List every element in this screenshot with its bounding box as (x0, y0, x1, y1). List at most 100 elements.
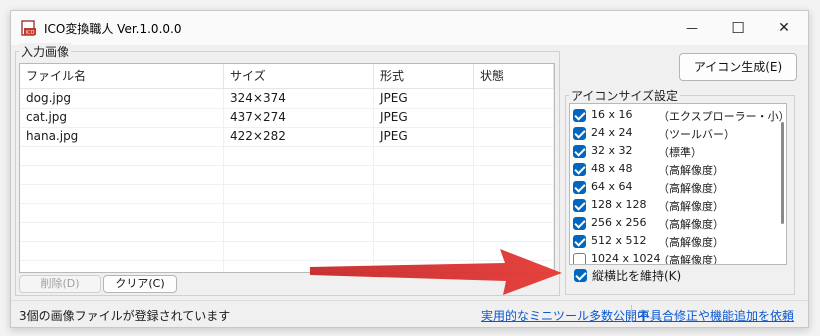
table-cell-status (474, 184, 554, 203)
icon-size-item[interactable]: 512 x 512 （高解像度） (570, 233, 770, 251)
icon-size-item[interactable]: 128 x 128 （高解像度） (570, 197, 770, 215)
table-row[interactable] (20, 184, 554, 204)
checkbox-checked-icon[interactable] (573, 109, 586, 122)
table-cell-size (224, 165, 374, 184)
icon-size-description: （高解像度） (658, 254, 724, 265)
column-header-format[interactable]: 形式 (374, 64, 474, 88)
column-header-size[interactable]: サイズ (224, 64, 374, 88)
checkbox-checked-icon[interactable] (573, 199, 586, 212)
table-cell-status (474, 203, 554, 222)
minimize-icon: — (686, 21, 698, 35)
icon-size-description: （高解像度） (658, 164, 724, 177)
checkbox-checked-icon[interactable] (573, 217, 586, 230)
table-cell-name (20, 203, 224, 222)
icon-size-description: （高解像度） (658, 236, 724, 249)
window-title: ICO変換職人 Ver.1.0.0.0 (44, 22, 182, 36)
table-cell-size (224, 184, 374, 203)
icon-size-item[interactable]: 256 x 256 （高解像度） (570, 215, 770, 233)
table-cell-format: JPEG (374, 89, 474, 108)
checkbox-checked-icon[interactable] (573, 235, 586, 248)
icon-size-description: （エクスプローラー・小） (658, 110, 787, 123)
close-button[interactable]: ✕ (761, 11, 807, 45)
table-row[interactable]: cat.jpg 437×274 JPEG (20, 108, 554, 128)
table-cell-format (374, 222, 474, 241)
table-cell-status (474, 222, 554, 241)
checkbox-checked-icon[interactable] (573, 127, 586, 140)
table-cell-status (474, 146, 554, 165)
icon-size-description: （ツールバー） (658, 128, 735, 141)
app-icon: ICO (21, 20, 36, 36)
annotation-arrow (310, 249, 562, 295)
keep-aspect-label: 縦横比を維持(K) (592, 269, 682, 283)
table-cell-size: 437×274 (224, 108, 374, 127)
icon-size-label: 128 x 128 (591, 198, 647, 211)
maximize-button[interactable]: ☐ (715, 11, 761, 45)
input-group-label: 入力画像 (19, 43, 72, 60)
title-bar[interactable]: ICO ICO変換職人 Ver.1.0.0.0 — ☐ ✕ (11, 11, 808, 45)
table-cell-name (20, 184, 224, 203)
status-message: 3個の画像ファイルが登録されています (19, 309, 231, 323)
table-cell-name (20, 146, 224, 165)
table-cell-format (374, 203, 474, 222)
icon-size-item[interactable]: 64 x 64 （高解像度） (570, 179, 770, 197)
checkbox-unchecked-icon[interactable] (573, 253, 586, 264)
table-cell-size: 422×282 (224, 127, 374, 146)
icon-size-item[interactable]: 48 x 48 （高解像度） (570, 161, 770, 179)
icon-size-item[interactable]: 24 x 24 （ツールバー） (570, 125, 770, 143)
column-header-status[interactable]: 状態 (474, 64, 554, 88)
table-row[interactable]: hana.jpg 422×282 JPEG (20, 127, 554, 147)
icon-size-label: 24 x 24 (591, 126, 633, 139)
icon-size-label: 256 x 256 (591, 216, 647, 229)
table-cell-name (20, 260, 224, 272)
table-cell-status (474, 165, 554, 184)
checkbox-checked-icon[interactable] (573, 145, 586, 158)
link-separator (631, 305, 632, 322)
table-cell-name: dog.jpg (20, 89, 224, 108)
checkbox-checked-icon[interactable] (573, 181, 586, 194)
icon-size-description: （高解像度） (658, 182, 724, 195)
table-cell-name: cat.jpg (20, 108, 224, 127)
minimize-button[interactable]: — (669, 11, 715, 45)
icon-size-description: （高解像度） (658, 200, 724, 213)
image-list[interactable]: ファイル名 サイズ 形式 状態 dog.jpg 324×374 JPEG cat.jp… (19, 63, 555, 273)
table-cell-name (20, 165, 224, 184)
table-row[interactable] (20, 146, 554, 166)
icon-size-description: （標準） (658, 146, 702, 159)
table-row[interactable] (20, 222, 554, 242)
icon-size-item[interactable]: 16 x 16 （エクスプローラー・小） (570, 107, 786, 125)
table-cell-size (224, 222, 374, 241)
icon-size-label: 512 x 512 (591, 234, 647, 247)
icon-size-label: 1024 x 1024 (591, 252, 661, 265)
list-header: ファイル名 サイズ 形式 状態 (20, 64, 554, 89)
close-icon: ✕ (778, 20, 790, 36)
table-cell-status (474, 89, 554, 108)
checkbox-checked-icon[interactable] (573, 163, 586, 176)
icon-size-label: 16 x 16 (591, 108, 633, 121)
icon-size-group-label: アイコンサイズ設定 (569, 87, 681, 104)
table-cell-format (374, 184, 474, 203)
bug-report-link[interactable]: 不具合修正や機能追加を依頼 (638, 307, 794, 324)
keep-aspect-check-icon (574, 269, 587, 282)
list-scrollbar[interactable] (781, 122, 784, 224)
table-row[interactable]: dog.jpg 324×374 JPEG (20, 89, 554, 109)
table-cell-size: 324×374 (224, 89, 374, 108)
icon-size-item[interactable]: 32 x 32 （標準） (570, 143, 770, 161)
mini-tools-link[interactable]: 実用的なミニツール多数公開中 (481, 307, 649, 324)
arrow-shape (310, 249, 562, 295)
svg-text:ICO: ICO (26, 30, 35, 36)
generate-icon-button[interactable]: アイコン生成(E) (679, 53, 797, 81)
delete-button[interactable]: 削除(D) (19, 275, 101, 293)
table-cell-name (20, 241, 224, 260)
clear-button[interactable]: クリア(C) (103, 275, 177, 293)
column-header-filename[interactable]: ファイル名 (20, 64, 224, 88)
icon-size-item[interactable]: 1024 x 1024 （高解像度） (570, 251, 770, 265)
icon-size-list[interactable]: 16 x 16 （エクスプローラー・小） 24 x 24 （ツールバー） 32 x 32… (569, 103, 787, 265)
keep-aspect-checkbox[interactable]: 縦横比を維持(K) (571, 267, 771, 285)
icon-size-label: 32 x 32 (591, 144, 633, 157)
table-row[interactable] (20, 203, 554, 223)
table-row[interactable] (20, 165, 554, 185)
table-cell-size (224, 146, 374, 165)
table-cell-name: hana.jpg (20, 127, 224, 146)
icon-size-description: （高解像度） (658, 218, 724, 231)
icon-size-label: 64 x 64 (591, 180, 633, 193)
